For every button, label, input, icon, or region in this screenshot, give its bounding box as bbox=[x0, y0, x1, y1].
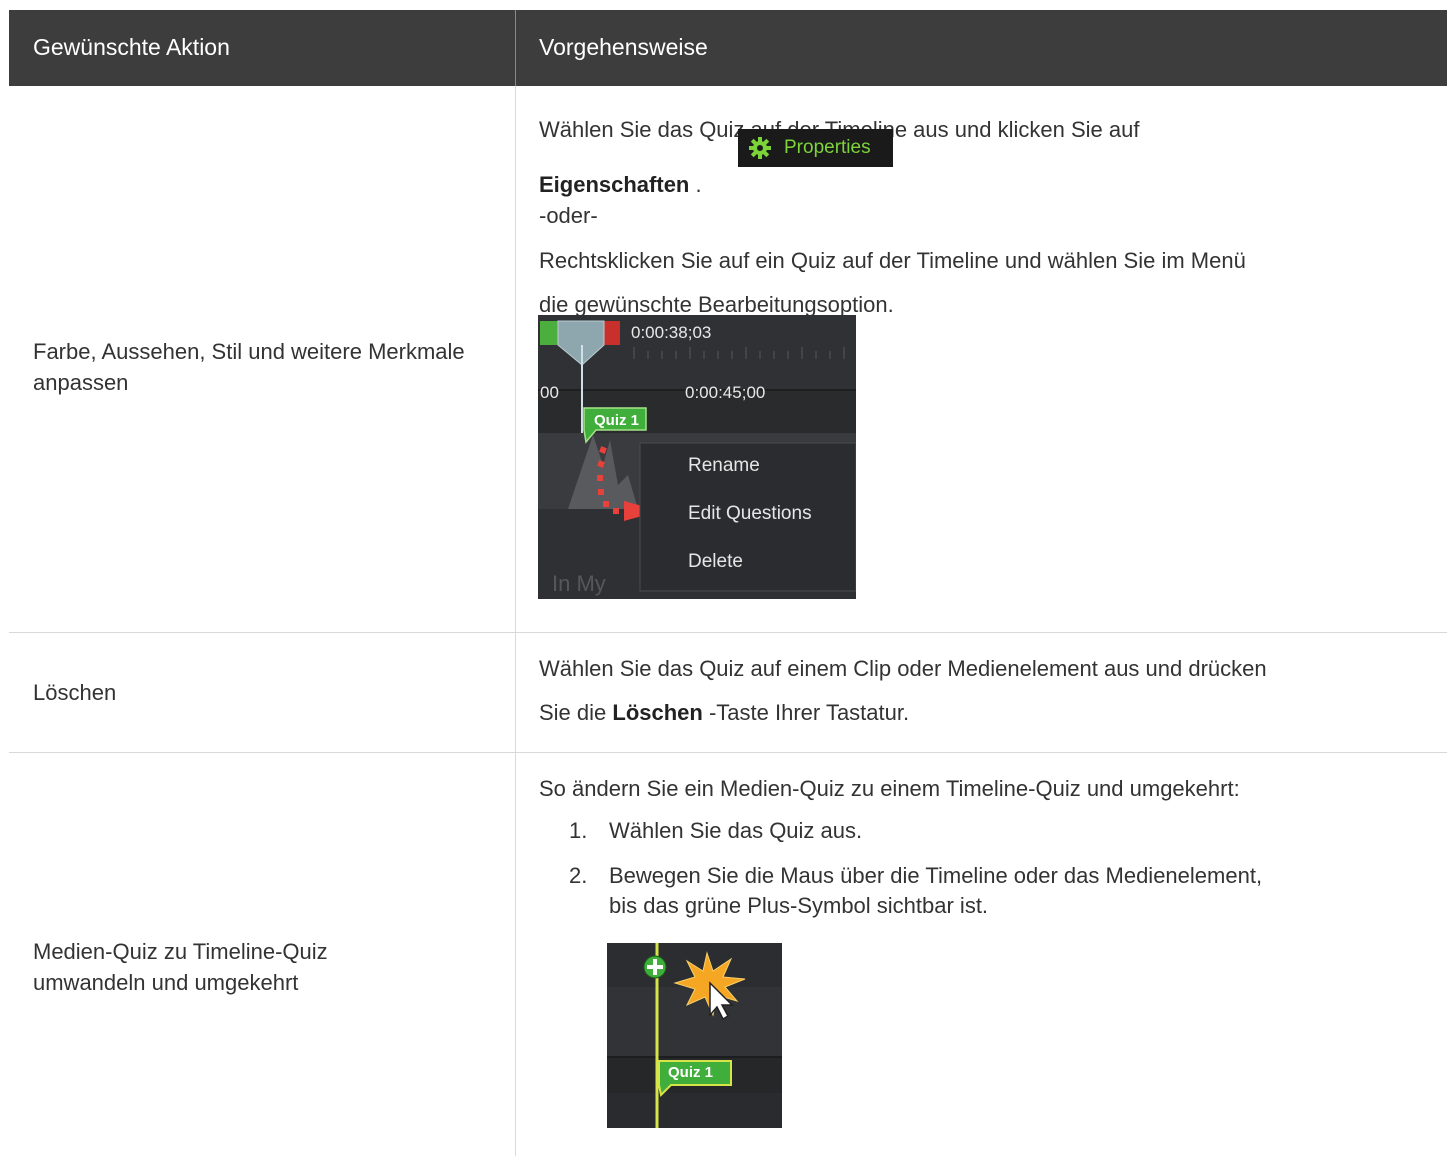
quiz-marker-label: Quiz 1 bbox=[668, 1064, 714, 1081]
instruction-text: Wählen Sie das Quiz auf einem Clip oder … bbox=[539, 656, 1267, 681]
punctuation: . bbox=[689, 172, 702, 197]
properties-button-image: Properties bbox=[738, 129, 893, 167]
menu-item-edit-questions: Edit Questions bbox=[688, 503, 812, 524]
instruction-text: Rechtsklicken Sie auf ein Quiz auf der T… bbox=[539, 248, 1246, 273]
action-cell: Medien-Quiz zu Timeline-Quiz umwandeln u… bbox=[33, 936, 328, 998]
ruler-label: 00 bbox=[540, 383, 559, 402]
action-line: Medien-Quiz zu Timeline-Quiz bbox=[33, 939, 328, 964]
menu-item-delete: Delete bbox=[688, 551, 743, 572]
instruction-text: -Taste Ihrer Tastatur. bbox=[702, 700, 910, 725]
column-divider bbox=[515, 86, 516, 632]
table-row: Löschen Wählen Sie das Quiz auf einem Cl… bbox=[9, 633, 1447, 753]
timeline-context-menu-screenshot: 0:00:38;03 00 0:00:45;00 Quiz 1 Rename E… bbox=[538, 315, 856, 599]
properties-label: Properties bbox=[784, 137, 871, 158]
action-cell: Farbe, Aussehen, Stil und weitere Merkma… bbox=[33, 339, 465, 395]
timeline-plus-illustration bbox=[607, 943, 782, 1128]
table-header: Gewünschte Aktion Vorgehensweise bbox=[9, 10, 1447, 86]
header-action: Gewünschte Aktion bbox=[33, 34, 230, 60]
gear-icon bbox=[749, 137, 771, 159]
or-text: -oder- bbox=[539, 203, 598, 228]
step-text: Bewegen Sie die Maus über die Timeline o… bbox=[609, 861, 1429, 921]
time-marker: 0:00:38;03 bbox=[631, 323, 712, 342]
instruction-text: Sie die bbox=[539, 700, 613, 725]
ui-term-delete: Löschen bbox=[612, 700, 703, 725]
column-divider bbox=[515, 10, 516, 86]
ruler-time: 0:00:45;00 bbox=[685, 383, 766, 402]
clip-label: In My bbox=[552, 571, 606, 596]
green-plus-screenshot: Quiz 1 bbox=[607, 943, 782, 1128]
action-line: umwandeln und umgekehrt bbox=[33, 970, 299, 995]
column-divider bbox=[515, 753, 516, 1156]
step-text-line: Bewegen Sie die Maus über die Timeline o… bbox=[609, 863, 1263, 888]
action-cell: Löschen bbox=[33, 680, 117, 705]
menu-item-rename: Rename bbox=[688, 455, 760, 476]
step-number: 1. bbox=[569, 818, 588, 843]
header-procedure: Vorgehensweise bbox=[539, 34, 708, 60]
step-number: 2. bbox=[569, 863, 588, 888]
column-divider bbox=[515, 633, 516, 752]
quiz-marker-label: Quiz 1 bbox=[594, 412, 640, 429]
step-text: Wählen Sie das Quiz aus. bbox=[609, 818, 863, 843]
instruction-text: So ändern Sie ein Medien-Quiz zu einem T… bbox=[539, 776, 1240, 801]
step-text-line: bis das grüne Plus-Symbol sichtbar ist. bbox=[609, 893, 989, 918]
